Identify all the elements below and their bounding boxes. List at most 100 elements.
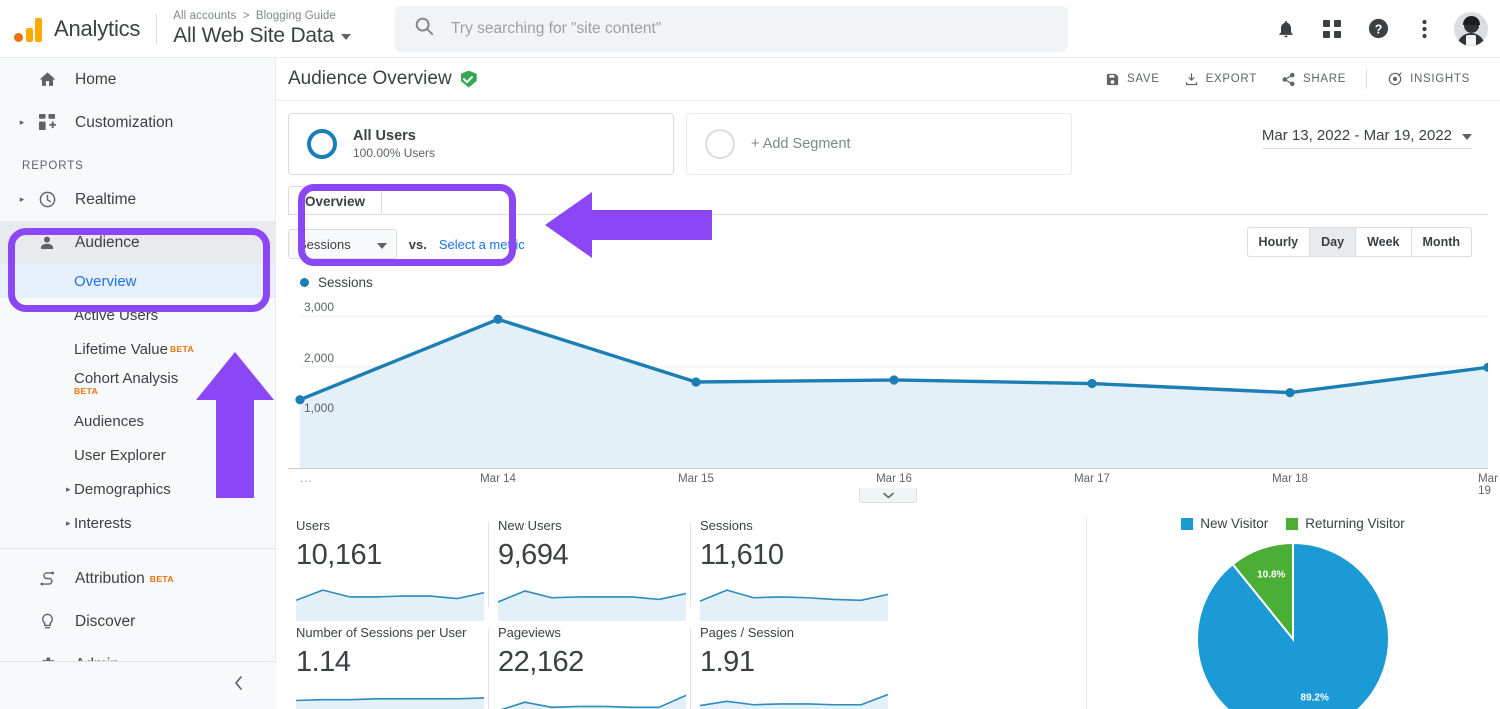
metric-card[interactable]: Number of Sessions per User 1.14 bbox=[296, 623, 498, 709]
analytics-logo-icon[interactable] bbox=[14, 16, 42, 42]
search-bar[interactable] bbox=[395, 5, 1069, 52]
chevron-right-icon[interactable]: ▸ bbox=[66, 484, 71, 495]
primary-metric-select[interactable]: Sessions bbox=[288, 229, 397, 259]
date-range-picker[interactable]: Mar 13, 2022 - Mar 19, 2022 bbox=[1261, 127, 1472, 149]
metric-card[interactable]: New Users 9,694 bbox=[488, 516, 700, 621]
sidebar-item-customization[interactable]: ▸ Customization bbox=[0, 101, 275, 144]
legend-returning-visitor[interactable]: Returning Visitor bbox=[1286, 516, 1405, 531]
sidebar-item-label: Home bbox=[75, 70, 117, 88]
sidebar-item-interests[interactable]: ▸ Interests bbox=[0, 506, 275, 540]
granularity-hourly[interactable]: Hourly bbox=[1248, 228, 1311, 256]
vs-label: vs. bbox=[408, 236, 427, 252]
sparkline-svg bbox=[498, 590, 686, 621]
sidebar-item-attribution[interactable]: Attribution BETA bbox=[0, 557, 275, 600]
sidebar-item-user-explorer[interactable]: User Explorer bbox=[0, 438, 275, 472]
chart-x-tick: ... bbox=[300, 473, 313, 485]
breadcrumb-separator: > bbox=[242, 9, 250, 22]
top-bar: Analytics All accounts > Blogging Guide … bbox=[0, 0, 1500, 58]
sparkline-svg bbox=[700, 693, 888, 709]
sidebar-item-demographics[interactable]: ▸ Demographics bbox=[0, 472, 275, 506]
breadcrumb-property[interactable]: Blogging Guide bbox=[256, 10, 336, 22]
metric-card[interactable]: Pageviews 22,162 bbox=[488, 623, 700, 709]
chevron-right-icon[interactable]: ▸ bbox=[66, 518, 71, 529]
chart-plot-area[interactable]: 3,000 2,000 1,000 bbox=[288, 296, 1488, 468]
granularity-group: Hourly Day Week Month bbox=[1246, 227, 1472, 257]
sidebar-item-discover[interactable]: Discover bbox=[0, 600, 275, 643]
share-icon bbox=[1282, 72, 1295, 86]
sidebar-item-audiences[interactable]: Audiences bbox=[0, 404, 275, 438]
segment-all-users[interactable]: All Users 100.00% Users bbox=[288, 113, 674, 175]
sidebar-item-lifetime-value[interactable]: Lifetime Value BETA bbox=[0, 332, 275, 366]
export-label: EXPORT bbox=[1205, 73, 1257, 85]
sidebar-item-overview[interactable]: Overview bbox=[0, 264, 275, 298]
view-name[interactable]: All Web Site Data bbox=[173, 23, 352, 49]
chart-legend: Sessions bbox=[288, 275, 1488, 290]
chevron-down-icon[interactable] bbox=[376, 242, 387, 249]
account-selector[interactable]: All accounts > Blogging Guide All Web Si… bbox=[173, 9, 352, 49]
card-divider bbox=[488, 629, 489, 709]
sidebar-item-label: Discover bbox=[75, 612, 136, 630]
search-input[interactable] bbox=[451, 19, 1051, 38]
save-button[interactable]: SAVE bbox=[1095, 67, 1170, 92]
metric-card[interactable]: Users 10,161 bbox=[296, 516, 498, 621]
help-circle-icon[interactable]: ? bbox=[1358, 9, 1398, 49]
chevron-right-icon[interactable]: ▸ bbox=[12, 117, 32, 128]
segment-ring-empty-icon bbox=[705, 129, 735, 159]
search-icon bbox=[413, 15, 435, 42]
visitor-type-panel: New Visitor Returning Visitor 89.2% 10.8% bbox=[1086, 516, 1500, 709]
sidebar-collapse-button[interactable] bbox=[0, 661, 276, 709]
metric-card[interactable]: Sessions 11,610 bbox=[690, 516, 902, 621]
chevron-right-icon[interactable]: ▸ bbox=[12, 194, 32, 205]
metric-card[interactable]: Pages / Session 1.91 bbox=[690, 623, 902, 709]
insights-button[interactable]: INSIGHTS bbox=[1377, 66, 1480, 92]
home-icon bbox=[32, 70, 62, 89]
sidebar-subitem-label: Overview bbox=[74, 272, 137, 290]
sidebar-item-realtime[interactable]: ▸ Realtime bbox=[0, 178, 275, 221]
chart-x-tick: Mar 18 bbox=[1272, 473, 1308, 485]
breadcrumb-accounts[interactable]: All accounts bbox=[173, 10, 236, 22]
sessions-chart: Sessions 3,000 2,000 1,000 ... Mar 14 Mar 15… bbox=[288, 275, 1498, 503]
shield-check-icon bbox=[460, 70, 477, 88]
select-a-metric-link[interactable]: Select a metric bbox=[439, 237, 525, 252]
chart-y-tick: 2,000 bbox=[304, 350, 335, 365]
sidebar-subitem-label: Lifetime Value bbox=[74, 340, 168, 358]
pie-svg[interactable]: 89.2% 10.8% bbox=[1195, 541, 1391, 709]
chevron-down-icon[interactable] bbox=[341, 34, 352, 40]
more-vertical-icon[interactable] bbox=[1404, 9, 1444, 49]
grid-apps-icon[interactable] bbox=[1312, 9, 1352, 49]
user-avatar[interactable] bbox=[1454, 11, 1488, 46]
export-button[interactable]: EXPORT bbox=[1174, 67, 1267, 92]
svg-text:89.2%: 89.2% bbox=[1301, 693, 1329, 704]
svg-text:10.8%: 10.8% bbox=[1257, 569, 1285, 580]
pie-legend: New Visitor Returning Visitor bbox=[1086, 516, 1500, 531]
sidebar-item-active-users[interactable]: Active Users bbox=[0, 298, 275, 332]
visitor-pie-chart[interactable]: 89.2% 10.8% bbox=[1086, 541, 1500, 709]
top-bar-actions: ? bbox=[1266, 9, 1500, 49]
metric-card-sparkline bbox=[296, 684, 484, 709]
chevron-down-icon[interactable] bbox=[1462, 134, 1472, 140]
metric-card-sparkline bbox=[296, 577, 484, 621]
tab-overview[interactable]: Overview bbox=[288, 186, 383, 215]
bell-icon[interactable] bbox=[1266, 9, 1306, 49]
divider bbox=[156, 13, 158, 44]
tab-label: Overview bbox=[305, 193, 366, 209]
sidebar-item-audience[interactable]: Audience bbox=[0, 221, 275, 264]
chart-x-axis: ... Mar 14 Mar 15 Mar 16 Mar 17 Mar 18 Mar 19 bbox=[288, 468, 1498, 503]
legend-label: New Visitor bbox=[1200, 516, 1269, 531]
granularity-month[interactable]: Month bbox=[1412, 228, 1471, 256]
chevron-down-icon bbox=[882, 492, 894, 498]
google-analytics-audience-overview: Analytics All accounts > Blogging Guide … bbox=[0, 0, 1500, 709]
metric-card-sparkline bbox=[498, 577, 686, 621]
segment-bar: All Users 100.00% Users + Add Segment Ma… bbox=[276, 101, 1500, 175]
chart-expand-handle[interactable] bbox=[859, 488, 917, 503]
sidebar-item-cohort-analysis[interactable]: Cohort Analysis BETA bbox=[0, 366, 275, 400]
granularity-week[interactable]: Week bbox=[1356, 228, 1412, 256]
view-name-label: All Web Site Data bbox=[173, 23, 335, 47]
metric-card-value: 11,610 bbox=[700, 539, 784, 571]
segment-name: All Users bbox=[353, 128, 416, 144]
add-segment-button[interactable]: + Add Segment bbox=[686, 113, 1072, 175]
granularity-day[interactable]: Day bbox=[1310, 228, 1357, 256]
legend-new-visitor[interactable]: New Visitor bbox=[1181, 516, 1268, 531]
share-button[interactable]: SHARE bbox=[1271, 67, 1356, 92]
sidebar-item-home[interactable]: Home bbox=[0, 58, 275, 101]
